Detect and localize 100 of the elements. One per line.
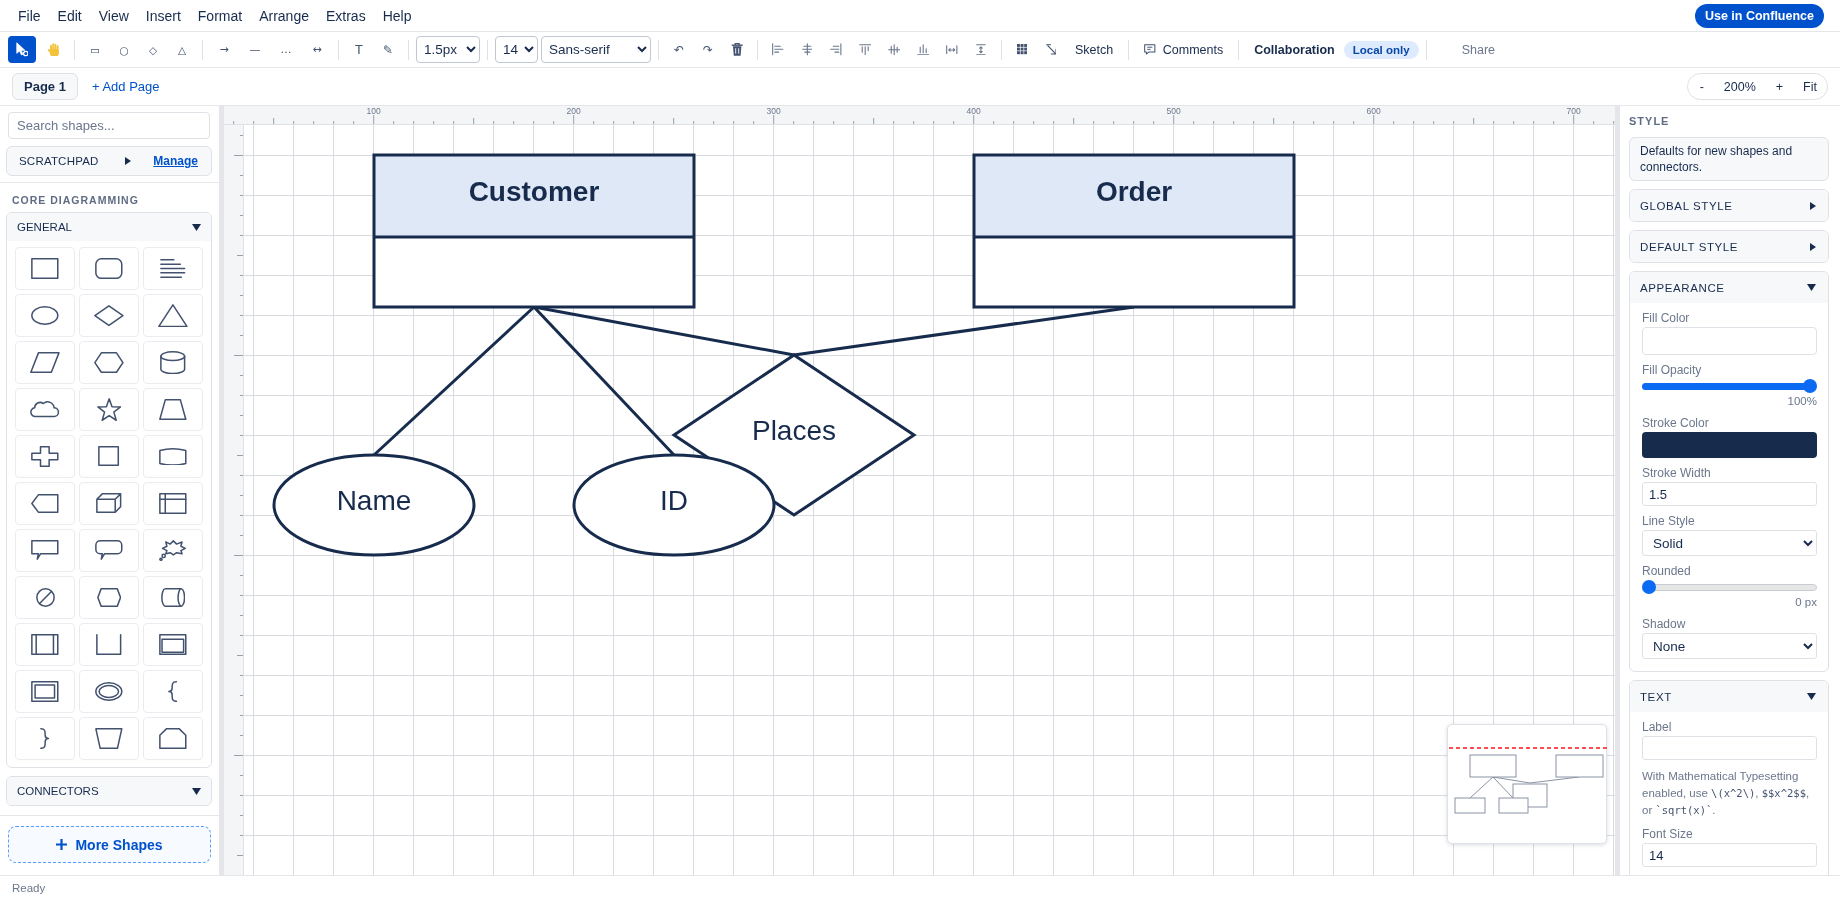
slider-track[interactable] — [1642, 580, 1817, 594]
shape-tile[interactable] — [143, 717, 203, 760]
shape-tile[interactable] — [143, 482, 203, 525]
zoom-in-button[interactable]: + — [1775, 79, 1784, 94]
shape-tile[interactable] — [15, 388, 75, 431]
search-field[interactable]: Search shapes... — [8, 112, 210, 139]
triangle-tool-button[interactable]: △ — [169, 36, 195, 63]
diamond-tool-button[interactable]: ◇ — [140, 36, 166, 63]
shape-tile[interactable] — [79, 529, 139, 572]
color-field[interactable] — [1642, 432, 1817, 458]
text-field[interactable]: 1.5 — [1642, 482, 1817, 506]
pencil-tool-button[interactable]: ✎ — [375, 36, 401, 63]
menu-item[interactable]: Help — [382, 6, 412, 25]
shape-tile[interactable] — [79, 435, 139, 478]
shape-tile[interactable] — [15, 529, 75, 572]
hand-icon — [46, 42, 60, 57]
shape-tile[interactable] — [79, 623, 139, 666]
share-button[interactable]: Share — [1453, 36, 1503, 63]
redo-button[interactable]: ↷ — [695, 36, 721, 63]
comments-button[interactable]: Comments — [1136, 36, 1232, 63]
trapezoid-icon — [159, 398, 187, 421]
section-header[interactable]: APPEARANCE — [1630, 272, 1828, 303]
sketch-button[interactable]: Sketch — [1067, 36, 1122, 63]
text-field[interactable] — [1642, 736, 1817, 760]
primary-action-button[interactable]: Use in Confluence — [1694, 3, 1824, 28]
stroke-width-dropdown[interactable]: 1.5px — [416, 36, 480, 63]
corner-arrow-icon — [1045, 44, 1057, 55]
rectangle-tool-button[interactable]: ▭ — [82, 36, 108, 63]
page-tab[interactable]: Page 1 — [12, 73, 78, 100]
relationship-name: Places — [752, 415, 836, 446]
more-shapes-button[interactable]: More Shapes — [8, 826, 211, 863]
slider-value: 0 px — [1794, 596, 1817, 609]
shape-tile[interactable] — [15, 341, 75, 384]
shape-tile[interactable] — [79, 341, 139, 384]
menu-item[interactable]: File — [18, 6, 41, 25]
undo-button[interactable]: ↶ — [666, 36, 692, 63]
shape-tile[interactable] — [79, 576, 139, 619]
shape-tile[interactable] — [15, 294, 75, 337]
shape-tile[interactable] — [143, 388, 203, 431]
triangle-icon — [158, 303, 188, 328]
manage-link[interactable]: Manage — [153, 154, 198, 168]
section-header[interactable]: DEFAULT STYLE — [1630, 231, 1828, 262]
shape-tile[interactable] — [143, 341, 203, 384]
shape-tile[interactable] — [15, 717, 75, 760]
color-field[interactable] — [1642, 327, 1817, 355]
section-header[interactable]: CONNECTORS — [7, 777, 211, 805]
shape-tile[interactable] — [79, 388, 139, 431]
section-header[interactable]: TEXT — [1630, 681, 1828, 712]
ellipse-tool-button[interactable]: ○ — [111, 36, 137, 63]
dropdown[interactable]: Solid — [1642, 530, 1817, 556]
menu-item[interactable]: Insert — [145, 6, 181, 25]
shape-tile[interactable] — [15, 482, 75, 525]
add-page-link[interactable]: + Add Page — [91, 79, 160, 94]
ellipse-icon — [31, 306, 59, 325]
shape-tile[interactable] — [15, 435, 75, 478]
shape-tile[interactable] — [143, 670, 203, 713]
text-field[interactable]: 14 — [1642, 843, 1817, 867]
minimap-drawing[interactable] — [1448, 747, 1608, 814]
shape-tile[interactable] — [79, 482, 139, 525]
shape-tile[interactable] — [79, 294, 139, 337]
field-label: Stroke Color — [1642, 416, 1710, 430]
text-tool-button[interactable]: T — [346, 36, 372, 63]
shape-tile[interactable] — [143, 529, 203, 572]
menu-item[interactable]: Extras — [325, 6, 366, 25]
double-arrow-tool-button[interactable]: ↔ — [303, 36, 331, 63]
rounded-rectangle-icon — [95, 257, 123, 280]
section-header[interactable]: GLOBAL STYLE — [1630, 190, 1828, 221]
arrow-tool-button[interactable]: → — [210, 36, 238, 63]
shape-tile[interactable] — [79, 247, 139, 290]
section-header[interactable]: GENERAL — [7, 213, 211, 241]
shape-tile[interactable] — [143, 247, 203, 290]
slider-thumb[interactable] — [1803, 379, 1817, 393]
menu-item[interactable]: Arrange — [259, 6, 309, 25]
font-family-dropdown[interactable]: Sans-serif — [541, 36, 651, 63]
shape-tile[interactable] — [15, 576, 75, 619]
shape-tile[interactable] — [143, 623, 203, 666]
menu-item[interactable]: View — [98, 6, 129, 25]
dropdown[interactable]: None — [1642, 633, 1817, 659]
menu-item[interactable]: Edit — [57, 6, 82, 25]
dotted-line-tool-button[interactable]: … — [272, 36, 300, 63]
pointer-tool-button[interactable] — [8, 36, 36, 63]
shape-tile[interactable] — [15, 247, 75, 290]
menu-item[interactable]: Format — [197, 6, 243, 25]
zoom-out-button[interactable]: - — [1699, 79, 1704, 94]
slider-thumb[interactable] — [1642, 580, 1656, 594]
line-tool-button[interactable]: — — [241, 36, 269, 63]
scratchpad-header[interactable]: SCRATCHPAD Manage — [6, 146, 212, 176]
shape-tile[interactable] — [15, 670, 75, 713]
diamond-icon — [94, 304, 124, 327]
shape-tile[interactable] — [79, 670, 139, 713]
shape-tile[interactable] — [15, 623, 75, 666]
shape-tile[interactable] — [143, 576, 203, 619]
ruler-label: 200 — [566, 106, 581, 116]
slider-track[interactable] — [1642, 379, 1817, 393]
font-size-dropdown[interactable]: 14 — [495, 36, 538, 63]
shape-tile[interactable] — [79, 717, 139, 760]
shape-tile[interactable] — [143, 294, 203, 337]
shape-tile[interactable] — [143, 435, 203, 478]
beveled-box-icon — [96, 588, 122, 607]
fit-button[interactable]: Fit — [1803, 79, 1817, 94]
